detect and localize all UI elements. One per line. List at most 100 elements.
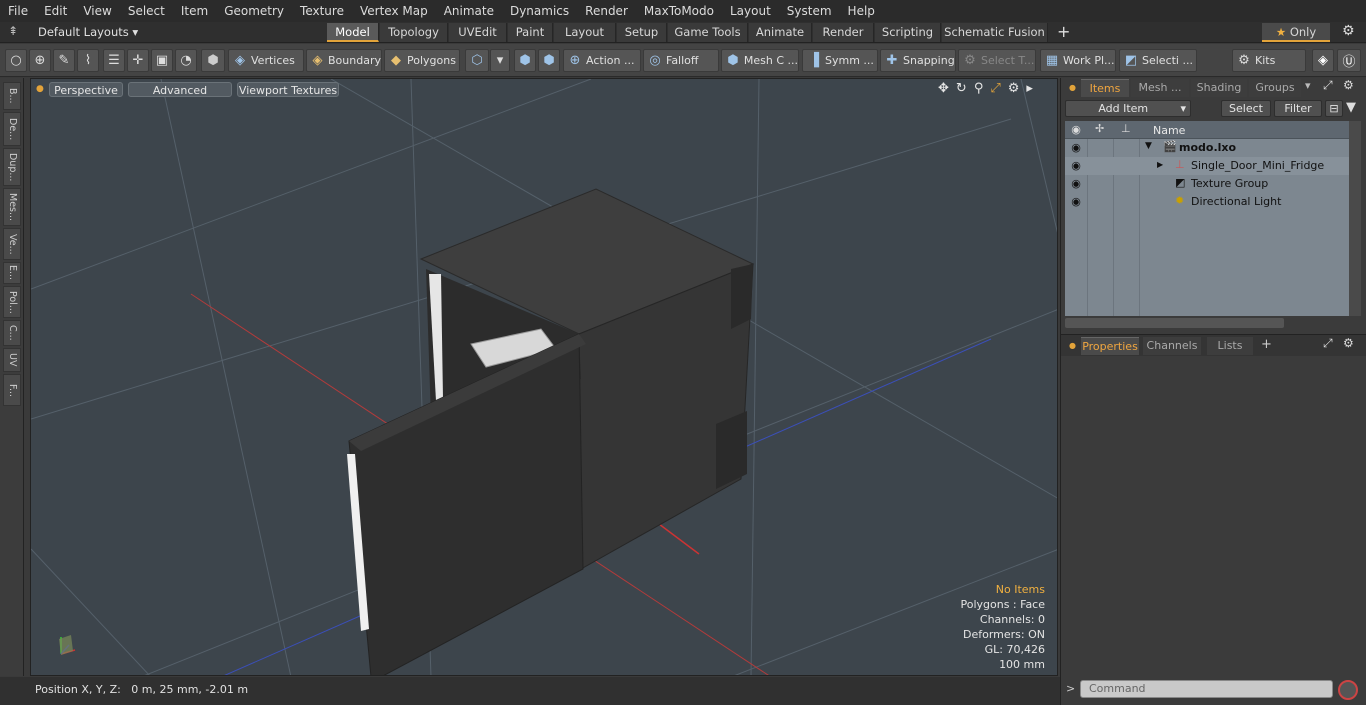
- symmetry-button[interactable]: ▐ Symm ...: [802, 49, 878, 72]
- menu-render[interactable]: Render: [577, 4, 636, 18]
- scale-button[interactable]: ▣: [151, 49, 173, 72]
- menu-texture[interactable]: Texture: [292, 4, 352, 18]
- properties-panel-dot[interactable]: ●: [1069, 341, 1076, 350]
- tab-properties[interactable]: Properties: [1081, 337, 1139, 355]
- falloff-button[interactable]: ◎ Falloff: [643, 49, 719, 72]
- selection-sets-button[interactable]: ◩ Selecti ...: [1119, 49, 1197, 72]
- record-button[interactable]: [1338, 680, 1358, 700]
- tab-duplicate[interactable]: Dup...: [3, 148, 21, 186]
- tab-uv[interactable]: UV: [3, 348, 21, 372]
- tab-schematic-fusion[interactable]: Schematic Fusion: [942, 23, 1048, 42]
- eye-icon[interactable]: ◉: [1065, 121, 1087, 139]
- menu-select[interactable]: Select: [120, 4, 173, 18]
- eye-icon[interactable]: ◉: [1065, 139, 1087, 157]
- eye-icon[interactable]: ◉: [1065, 193, 1087, 211]
- menu-maxtomodo[interactable]: MaxToModo: [636, 4, 722, 18]
- rotate-button[interactable]: ◔: [175, 49, 197, 72]
- tab-lists[interactable]: Lists: [1207, 337, 1253, 355]
- layouts-dropdown[interactable]: Default Layouts ▾: [38, 25, 138, 39]
- transform-button[interactable]: ✛: [127, 49, 149, 72]
- expand-panel-icon[interactable]: ⤢: [1323, 336, 1333, 351]
- viewport-menu-dot[interactable]: ●: [36, 84, 44, 94]
- viewport-textures-button[interactable]: Viewport Textures: [237, 82, 339, 97]
- add-layout-icon[interactable]: +: [1057, 22, 1070, 41]
- item-list-scrollbar[interactable]: [1349, 121, 1361, 316]
- tab-scripting[interactable]: Scripting: [875, 23, 941, 42]
- menu-help[interactable]: Help: [840, 4, 883, 18]
- action-center-button[interactable]: ⊕ Action ...: [563, 49, 641, 72]
- tab-vertex[interactable]: Ve...: [3, 228, 21, 260]
- collapse-button[interactable]: ⊟: [1325, 100, 1343, 117]
- pivot-cube-button[interactable]: ⬢: [538, 49, 560, 72]
- funnel-icon[interactable]: ▼: [1346, 100, 1356, 115]
- select-through-button[interactable]: ⚙ Select T...: [958, 49, 1036, 72]
- tab-mesh-edit[interactable]: Mes...: [3, 188, 21, 226]
- tab-basic[interactable]: B...: [3, 82, 21, 110]
- snapping-button[interactable]: ✚ Snapping: [880, 49, 956, 72]
- tree-row-mesh[interactable]: ◉ ▶ ⊥ Single_Door_Mini_Fridge: [1065, 157, 1349, 175]
- menu-animate[interactable]: Animate: [436, 4, 502, 18]
- menu-file[interactable]: File: [0, 4, 36, 18]
- menu-edit[interactable]: Edit: [36, 4, 75, 18]
- 3d-viewport[interactable]: ● Perspective Advanced Viewport Textures…: [30, 78, 1058, 676]
- tab-channels[interactable]: Channels: [1143, 337, 1201, 355]
- gear-icon[interactable]: ⚙: [1342, 23, 1355, 39]
- brush-button[interactable]: ⌇: [77, 49, 99, 72]
- expand-arrow-icon[interactable]: ▼: [1145, 141, 1152, 151]
- only-toggle[interactable]: ★ Only: [1262, 23, 1330, 42]
- play-icon[interactable]: ▸: [1026, 81, 1033, 96]
- rotate-view-icon[interactable]: ↻: [956, 81, 967, 96]
- items-panel-dot[interactable]: ●: [1069, 83, 1076, 92]
- tab-edge[interactable]: E...: [3, 262, 21, 284]
- zoom-view-icon[interactable]: ⚲: [974, 81, 984, 96]
- tab-items[interactable]: Items: [1081, 79, 1129, 97]
- filter-button[interactable]: Filter: [1274, 100, 1322, 117]
- mesh-constraint-button[interactable]: ⬢ Mesh C ...: [721, 49, 799, 72]
- material-button[interactable]: ⬡: [465, 49, 489, 72]
- panel-gear-icon[interactable]: ⚙: [1343, 78, 1354, 92]
- polygons-button[interactable]: ◆ Polygons: [384, 49, 460, 72]
- globe-button[interactable]: ⊕: [29, 49, 51, 72]
- menu-vertex-map[interactable]: Vertex Map: [352, 4, 436, 18]
- lock-icon[interactable]: ✢: [1095, 122, 1104, 135]
- command-input[interactable]: Command: [1080, 680, 1333, 698]
- unity-button[interactable]: ◈: [1312, 49, 1334, 72]
- chevron-down-icon[interactable]: ▾: [1305, 79, 1311, 92]
- tree-row-scene[interactable]: ◉ ▼ 🎬 modo.lxo: [1065, 139, 1349, 157]
- eye-icon[interactable]: ◉: [1065, 157, 1087, 175]
- advanced-button[interactable]: Advanced: [128, 82, 232, 97]
- tab-render[interactable]: Render: [813, 23, 874, 42]
- symmetry-cube-button[interactable]: ⬢: [514, 49, 536, 72]
- menu-item[interactable]: Item: [173, 4, 216, 18]
- tab-paint[interactable]: Paint: [508, 23, 553, 42]
- kits-button[interactable]: ⚙ Kits: [1232, 49, 1306, 72]
- add-tab-icon[interactable]: +: [1261, 337, 1272, 352]
- menu-layout[interactable]: Layout: [722, 4, 779, 18]
- add-item-button[interactable]: Add Item ▾: [1065, 100, 1191, 117]
- tab-layout[interactable]: Layout: [554, 23, 616, 42]
- tab-uvedit[interactable]: UVEdit: [449, 23, 507, 42]
- tab-curve[interactable]: C...: [3, 320, 21, 346]
- expand-panel-icon[interactable]: ⤢: [1323, 78, 1333, 93]
- menu-dynamics[interactable]: Dynamics: [502, 4, 577, 18]
- item-mode-button[interactable]: ⬢: [201, 49, 225, 72]
- tab-groups[interactable]: Groups: [1249, 79, 1301, 97]
- move-view-icon[interactable]: ✥: [938, 81, 949, 96]
- collapse-arrow-icon[interactable]: ▶: [1157, 160, 1163, 169]
- tab-game-tools[interactable]: Game Tools: [668, 23, 748, 42]
- eye-icon[interactable]: ◉: [1065, 175, 1087, 193]
- maximize-view-icon[interactable]: ⤢: [990, 81, 1000, 96]
- tab-animate[interactable]: Animate: [749, 23, 812, 42]
- tab-model[interactable]: Model: [327, 23, 379, 42]
- vertices-button[interactable]: ◈ Vertices: [228, 49, 304, 72]
- tab-polygon[interactable]: Pol...: [3, 286, 21, 318]
- select-circle-button[interactable]: ○: [5, 49, 27, 72]
- menu-view[interactable]: View: [75, 4, 119, 18]
- tab-shading[interactable]: Shading: [1191, 79, 1247, 97]
- tab-mesh[interactable]: Mesh ...: [1131, 79, 1189, 97]
- tab-topology[interactable]: Topology: [380, 23, 448, 42]
- unreal-button[interactable]: Ⓤ: [1337, 49, 1361, 72]
- axes-icon[interactable]: ⊥: [1121, 122, 1131, 135]
- layout-menu-icon[interactable]: ⇞: [8, 24, 18, 38]
- select-button[interactable]: Select: [1221, 100, 1271, 117]
